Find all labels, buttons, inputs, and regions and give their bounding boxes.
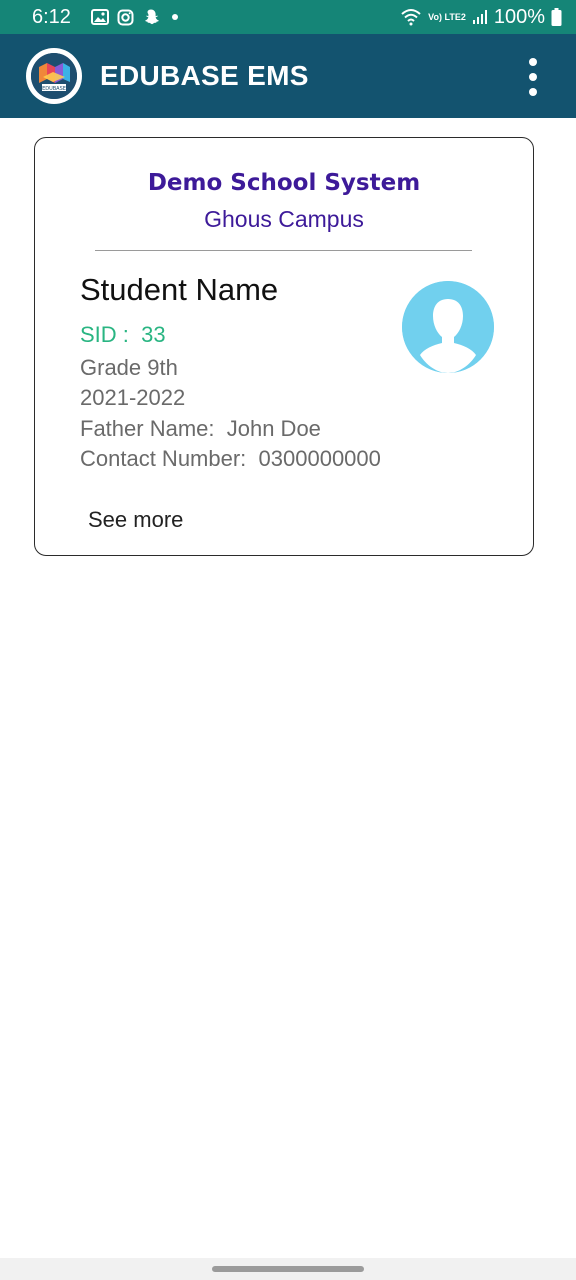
sid-label: SID :	[80, 322, 129, 347]
status-time: 6:12	[32, 5, 71, 28]
navigation-bar	[0, 1258, 576, 1280]
app-title: EDUBASE EMS	[100, 60, 309, 91]
contact-value: 0300000000	[258, 446, 381, 471]
edubase-logo-icon: EDUBASE	[31, 53, 77, 99]
status-bar-left: 6:12	[32, 6, 178, 29]
status-bar: 6:12 Vo) LTE2 100%	[0, 0, 576, 34]
battery-icon	[551, 8, 562, 26]
school-name: Demo School System	[147, 170, 421, 196]
network-type: Vo) LTE2	[428, 11, 466, 22]
contact-label: Contact Number:	[80, 446, 247, 471]
dot-icon	[171, 14, 178, 20]
signal-icon	[472, 9, 488, 25]
contact-number: Contact Number: 0300000000	[80, 446, 381, 472]
home-gesture-handle[interactable]	[212, 1266, 364, 1272]
card-divider	[95, 250, 472, 251]
svg-text:EDUBASE: EDUBASE	[42, 86, 66, 92]
student-name: Student Name	[80, 272, 279, 307]
sid-value: 33	[141, 322, 166, 347]
student-id: SID : 33	[80, 322, 166, 348]
father-value: John Doe	[226, 416, 321, 441]
campus-name: Ghous Campus	[204, 206, 364, 232]
father-name: Father Name: John Doe	[80, 416, 321, 442]
app-bar: EDUBASE EDUBASE EMS	[0, 34, 576, 118]
wifi-icon	[400, 8, 422, 26]
person-avatar-icon	[402, 281, 494, 373]
student-grade: Grade 9th	[80, 355, 178, 380]
more-vertical-icon[interactable]	[526, 58, 540, 96]
snapchat-icon	[142, 8, 160, 26]
academic-session: 2021-2022	[80, 385, 186, 410]
instagram-icon	[117, 9, 134, 26]
battery-percent: 100%	[493, 5, 545, 28]
father-label: Father Name:	[80, 416, 215, 441]
see-more-button[interactable]: See more	[88, 507, 183, 533]
gallery-icon	[90, 9, 109, 25]
status-bar-right: Vo) LTE2 100%	[400, 6, 562, 29]
student-card: Demo School System Ghous Campus Student …	[34, 137, 534, 556]
app-logo: EDUBASE	[26, 48, 82, 104]
